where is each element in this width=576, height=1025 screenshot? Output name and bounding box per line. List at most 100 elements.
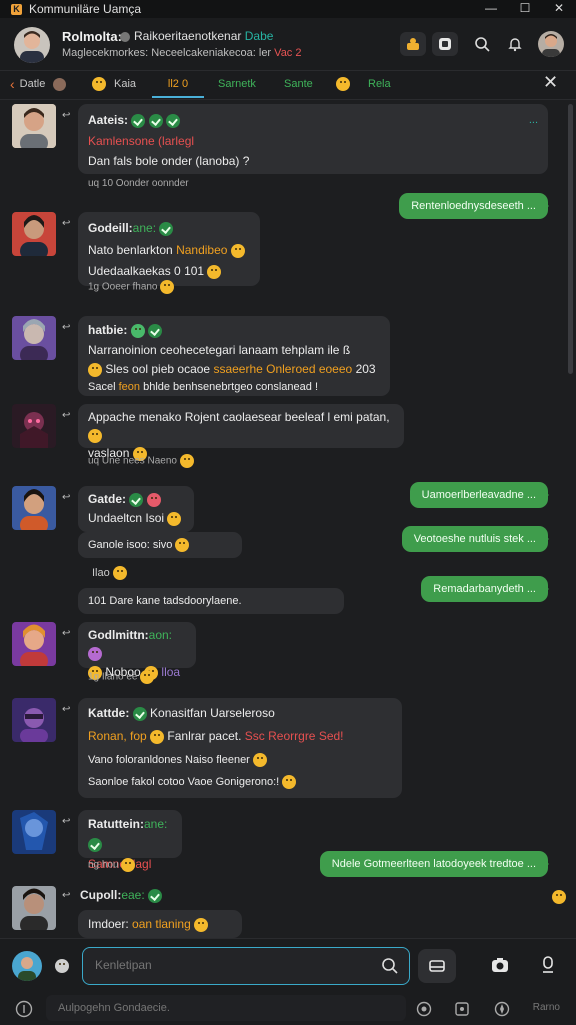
message-meta-text: ng hou (88, 859, 119, 871)
emoji-icon (146, 492, 161, 507)
sender-avatar[interactable] (12, 698, 56, 742)
attach-button[interactable] (418, 949, 456, 983)
notifications-button[interactable] (505, 34, 525, 54)
sender-avatar[interactable] (12, 104, 56, 148)
message-text: Sles ool pieb ocaoe (105, 362, 211, 376)
my-avatar[interactable] (12, 951, 42, 981)
sender-name: Kattde: (88, 706, 130, 720)
settings-button[interactable] (12, 997, 36, 1021)
reply-icon[interactable]: ↩ (62, 218, 72, 229)
sender-avatar[interactable] (12, 316, 56, 360)
maximize-button[interactable]: ☐ (508, 0, 542, 18)
message-text: bhlde benhsenebrtgeo (143, 381, 253, 393)
minimize-button[interactable]: — (474, 0, 508, 18)
mic-icon (543, 956, 553, 973)
outgoing-message[interactable]: Rentenloednysdeseeth ... (399, 193, 549, 219)
avatar (53, 77, 67, 91)
message-bubble[interactable]: Kattde: Konasitfan Uarseleroso Ronan, fo… (78, 698, 402, 798)
tab-sante[interactable]: Sante (284, 75, 313, 93)
close-window-button[interactable]: ✕ (542, 0, 576, 18)
image-icon (455, 1002, 469, 1016)
reply-icon[interactable]: ↩ (62, 816, 72, 827)
message-bubble[interactable]: Godeill:ane: Nato benlarkton Nandibeo Ud… (78, 212, 260, 286)
outgoing-message[interactable]: Remadarbanydeth ... (421, 576, 549, 602)
tab-label: Rela (368, 78, 391, 90)
sender-name-suffix: eae: (121, 888, 145, 902)
sender-avatar[interactable] (12, 886, 56, 930)
tab-back[interactable]: ‹ Datle (10, 75, 67, 93)
contact-avatar[interactable] (14, 27, 50, 63)
tab-kaia[interactable]: Kaia (92, 75, 136, 93)
message-text: Nandibeo (176, 243, 228, 257)
reply-icon[interactable]: ↩ (62, 492, 72, 503)
reply-icon[interactable]: ↩ (62, 628, 72, 639)
reply-icon[interactable]: ↩ (62, 410, 72, 421)
message-bubble[interactable]: 101 Dare kane tadsdoorylaene. (78, 588, 344, 614)
message-bubble[interactable]: hatbie: Narranoinion ceohecetegari lanaa… (78, 316, 390, 396)
message-title: Konasitfan Uarseleroso (150, 706, 275, 720)
message-bubble[interactable]: Gatde: Undaeltcn Isoi (78, 486, 194, 532)
header-title-text: Raikoeritaenotkenar (134, 29, 242, 43)
outgoing-message[interactable]: Uamoerlberleavadne ... (409, 482, 550, 508)
contact-status: Maglecekmorkes: Neceelcakeniakecoa: ler … (62, 47, 301, 59)
message-bubble[interactable]: Appache menako Rojent caolaesear beeleaf… (78, 404, 404, 461)
message-bubble[interactable]: Imdoer: oan tlaning (78, 910, 242, 938)
game-button[interactable] (432, 32, 458, 56)
camera-button[interactable] (488, 953, 512, 977)
gallery-button[interactable] (450, 997, 474, 1021)
message-line: Kamlensone (larlegl (88, 134, 195, 148)
sender-avatar[interactable] (12, 486, 56, 530)
verified-icon (166, 113, 181, 128)
sender-avatar[interactable] (12, 810, 56, 854)
sender-name-suffix: aon: (148, 628, 173, 642)
emoji-icon (179, 454, 194, 468)
outgoing-message[interactable]: Veotoeshe nutluis stek ... (401, 526, 550, 552)
header-title-highlight: Dabe (244, 29, 274, 43)
message-bubble[interactable]: Aateis: Kamlensone (larlegl Dan fals bol… (78, 104, 548, 174)
emoji-button[interactable] (50, 954, 74, 978)
secondary-text-field[interactable] (56, 1001, 380, 1015)
app-icon: K (11, 3, 22, 15)
location-button[interactable] (490, 997, 514, 1021)
copy-button[interactable] (412, 997, 436, 1021)
search-icon (475, 37, 490, 52)
tab-active[interactable]: ll2 0 (152, 75, 204, 98)
message-bubble[interactable]: Ratuttein:ane: Samnedlagl (78, 810, 182, 871)
emoji-icon (552, 890, 566, 904)
message-meta: Ilao (92, 566, 127, 580)
mic-button[interactable] (536, 953, 560, 977)
message-text-field[interactable] (93, 957, 377, 973)
tab-rela[interactable]: Rela (336, 75, 391, 93)
window-controls: — ☐ ✕ (474, 0, 576, 18)
emoji-icon (121, 858, 136, 872)
composer: Rarno (0, 938, 576, 1025)
scrollbar[interactable] (568, 104, 573, 374)
emoji-icon (130, 323, 145, 338)
search-icon[interactable] (381, 957, 399, 975)
message-header: hatbie: (88, 320, 380, 340)
contacts-button[interactable] (400, 32, 426, 56)
sender-avatar[interactable] (12, 404, 56, 448)
message-meta-text: 1g Ooeer fhano (88, 281, 158, 293)
search-button[interactable] (472, 34, 492, 54)
reply-icon[interactable]: ↩ (62, 322, 72, 333)
message-bubble[interactable]: Godlmittn:aon: Noboo lloa (78, 622, 196, 680)
reply-icon[interactable]: ↩ (62, 890, 72, 901)
message-list[interactable]: ↩ Aateis: Kamlensone (larlegl Dan fals b… (0, 100, 576, 938)
close-chat-button[interactable]: ✕ (543, 72, 558, 92)
secondary-input[interactable] (46, 995, 406, 1021)
tab-sarnetk[interactable]: Sarnetk (218, 75, 256, 93)
reply-icon[interactable]: ↩ (62, 110, 72, 121)
sender-avatar[interactable] (12, 212, 56, 256)
reply-icon[interactable]: ↩ (62, 704, 72, 715)
message-text: Imdoer: (88, 917, 129, 931)
message-header: Godlmittn:aon: (88, 626, 186, 662)
emoji-icon (88, 428, 102, 443)
message-text: Saonloe fakol cotoo Vaoe Gonigerono:! (88, 776, 280, 788)
message-text: feon (118, 381, 141, 393)
message-bubble[interactable]: Ganole isoo: sivo (78, 532, 242, 558)
sender-avatar[interactable] (12, 622, 56, 666)
outgoing-message[interactable]: Ndele Gotmeerlteen latodoyeek tredtoe ..… (319, 851, 550, 877)
message-input[interactable] (82, 947, 410, 985)
my-avatar[interactable] (538, 31, 564, 57)
